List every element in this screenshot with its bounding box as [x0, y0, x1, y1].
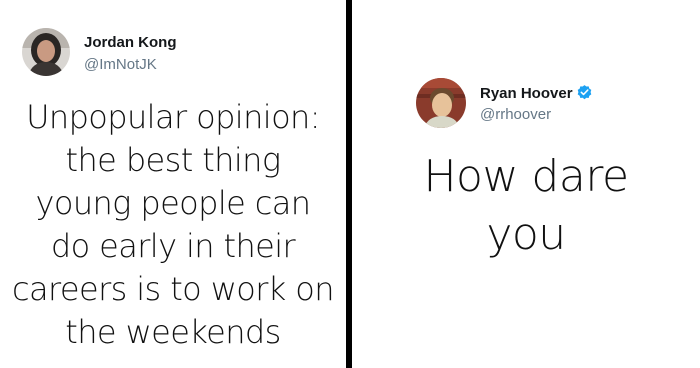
tweet-line: do early in their	[50, 227, 296, 265]
ryan-hoover-avatar[interactable]	[416, 78, 466, 128]
author-name[interactable]: Jordan Kong	[84, 34, 177, 51]
author-handle[interactable]: @rrhoover	[480, 106, 551, 123]
tweet-line: careers is to work on	[12, 270, 335, 308]
tweet-line: young people can	[35, 184, 312, 222]
tweet-line: How dare	[423, 151, 629, 202]
verified-badge-icon	[577, 85, 591, 100]
jordan-kong-avatar[interactable]	[22, 28, 70, 76]
tweet-line: the weekends	[65, 313, 281, 351]
right-tweet: Ryan Hoover @rrhoover How dare you	[352, 0, 700, 368]
tweet-text: How dare you	[352, 148, 700, 264]
tweet-line: Unpopular opinion:	[26, 98, 320, 136]
author-name-text[interactable]: Ryan Hoover	[480, 85, 573, 102]
tweet-line: the best thing	[65, 141, 281, 179]
author-handle[interactable]: @ImNotJK	[84, 56, 157, 73]
tweet-line: you	[486, 209, 566, 260]
author-name: Ryan Hoover	[480, 84, 593, 102]
tweet-text: Unpopular opinion: the best thing young …	[0, 96, 346, 354]
left-tweet: Jordan Kong @ImNotJK Unpopular opinion: …	[0, 0, 346, 368]
